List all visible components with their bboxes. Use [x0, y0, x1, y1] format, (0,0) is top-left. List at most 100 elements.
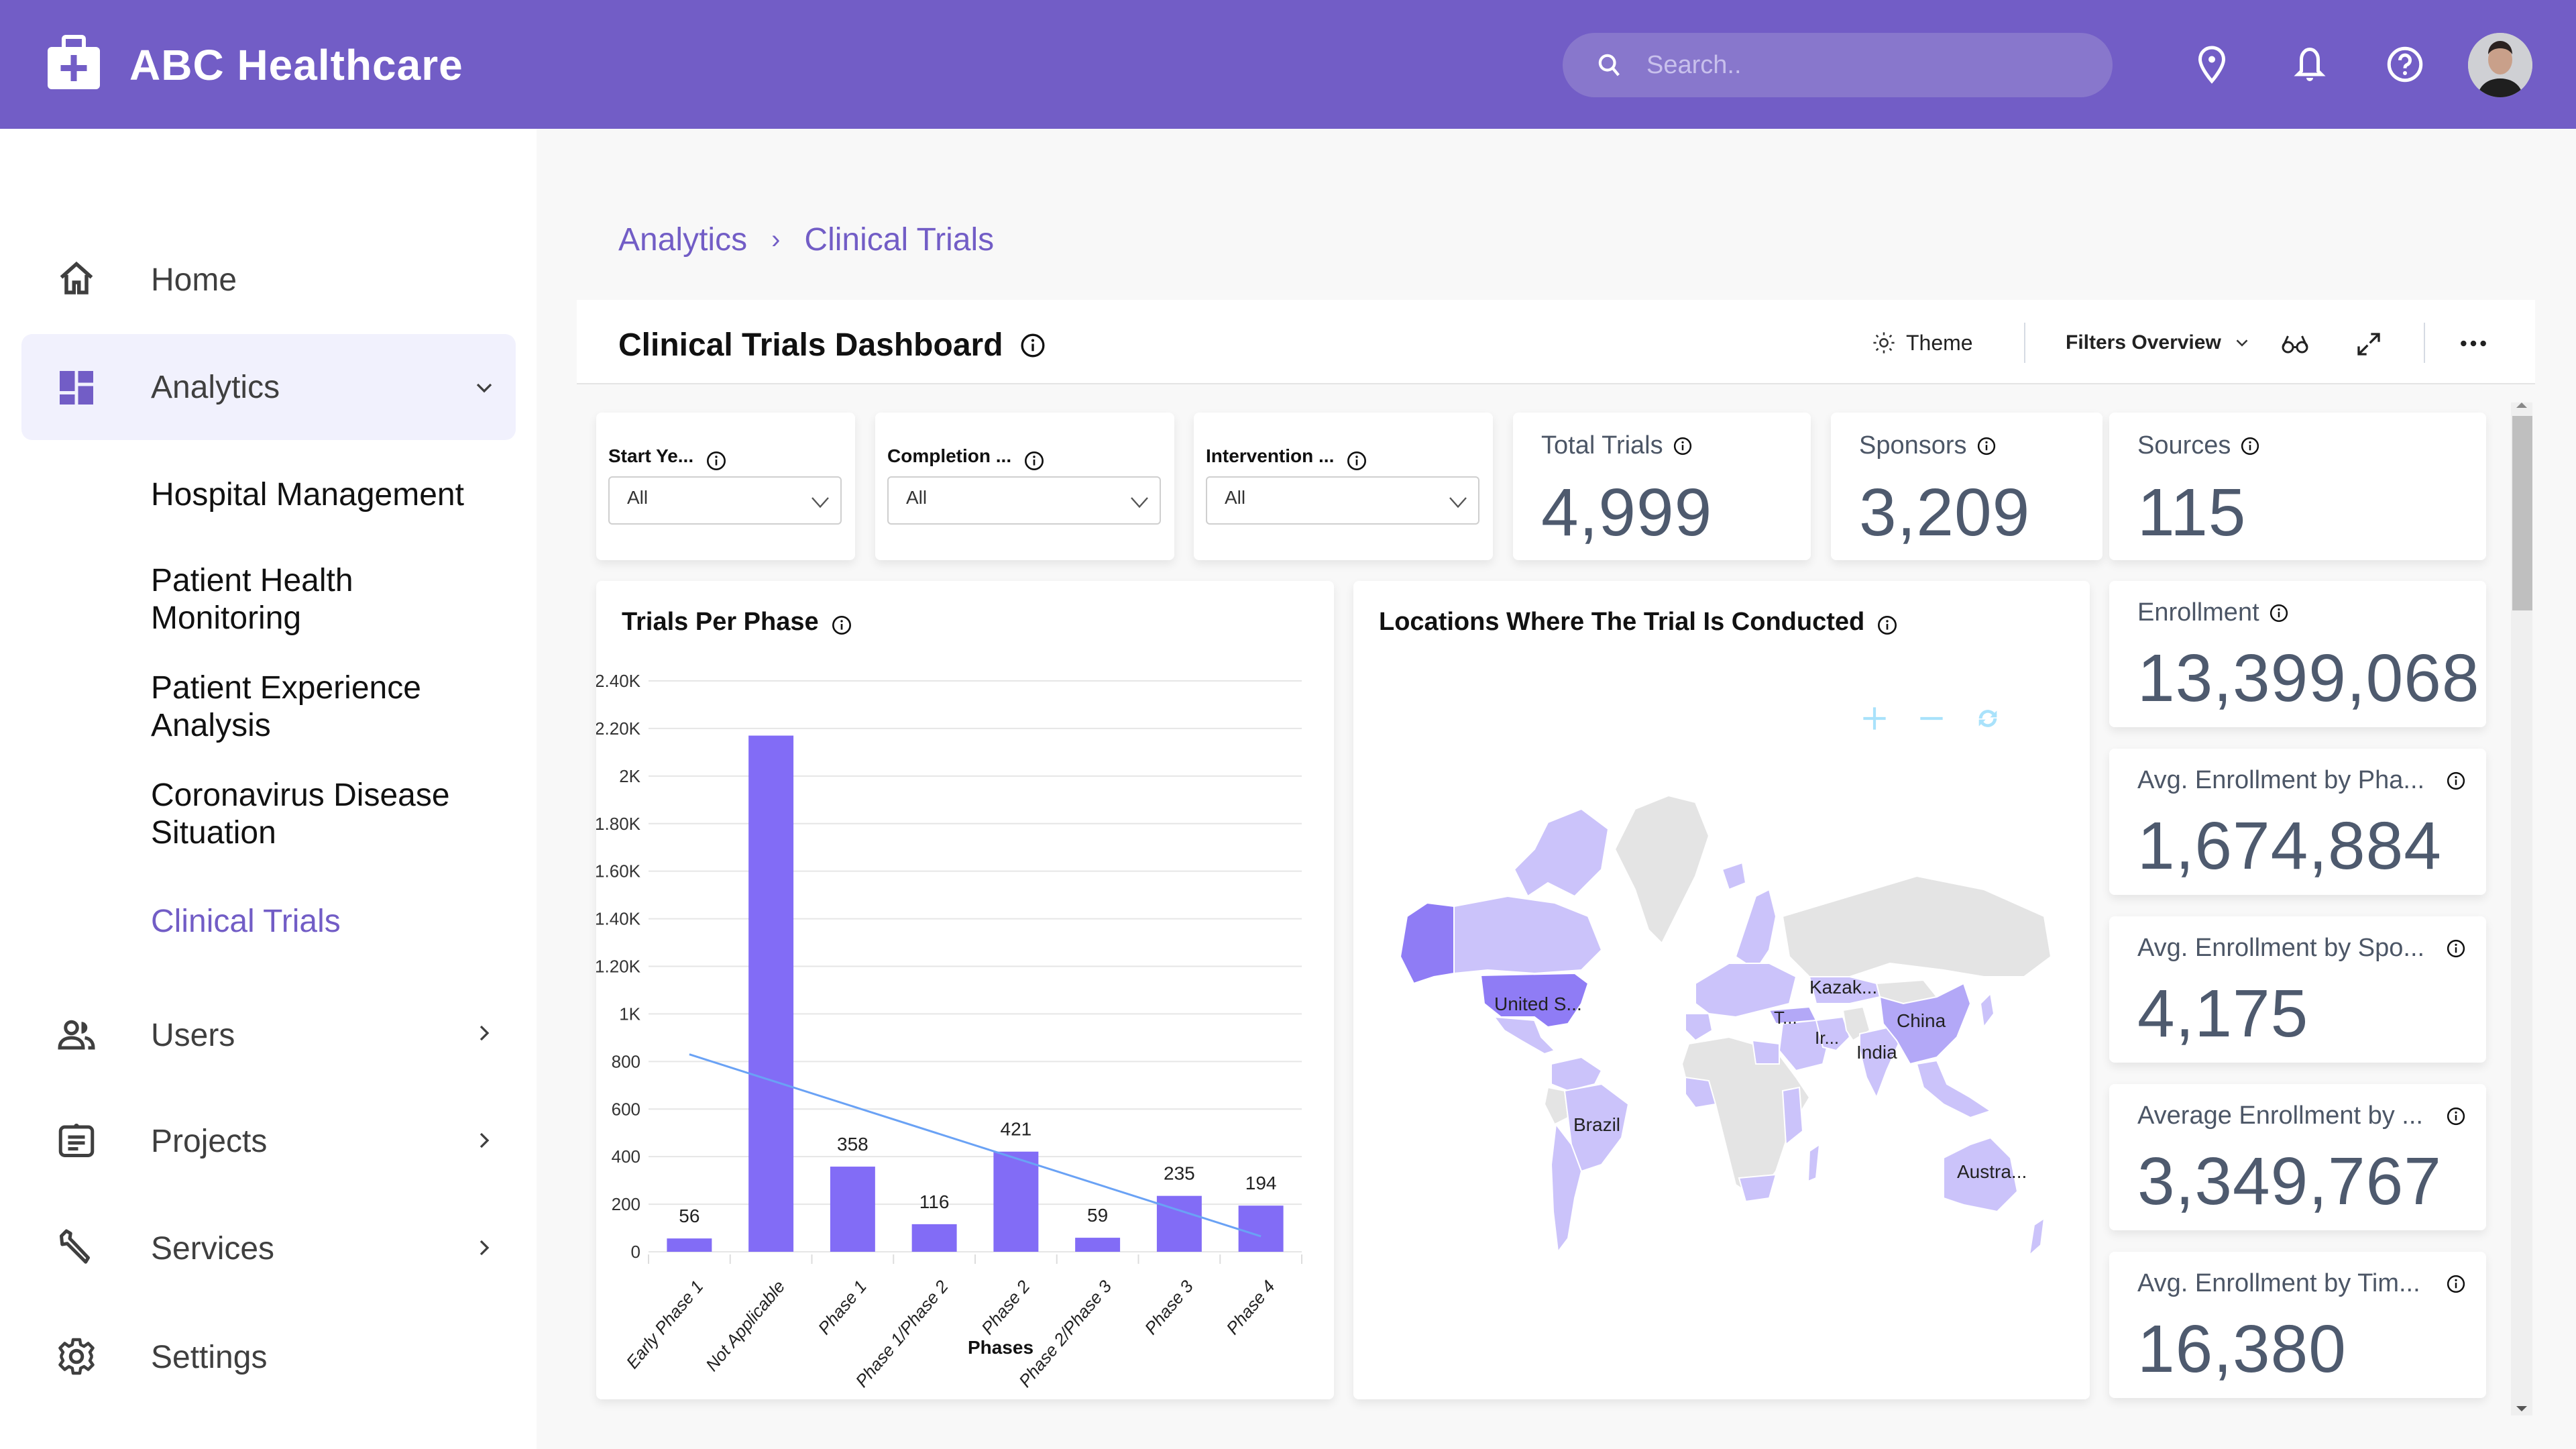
intervention-select[interactable]: All: [1206, 476, 1479, 525]
info-icon[interactable]: [2446, 938, 2466, 959]
more-options-icon[interactable]: [2459, 333, 2488, 354]
sidebar-item-label: Settings: [151, 1340, 268, 1375]
region-new-zealand[interactable]: [2028, 1216, 2046, 1257]
region-canada-arctic[interactable]: [1513, 808, 1610, 898]
dashboard-icon: [60, 371, 93, 405]
region-south-africa[interactable]: [1738, 1173, 1777, 1203]
region-scandinavia[interactable]: [1734, 888, 1777, 971]
data-label: 358: [837, 1134, 869, 1155]
bar-phase-4[interactable]: [1238, 1205, 1284, 1252]
info-icon[interactable]: [2446, 771, 2466, 791]
y-tick-label: 1.20K: [596, 957, 641, 977]
sidebar-subitem-hospital-management[interactable]: Hospital Management: [151, 476, 500, 514]
sidebar-item-settings[interactable]: Settings: [21, 1303, 516, 1409]
filter-label-text: Intervention ...: [1206, 445, 1335, 466]
world-map[interactable]: United S... Kazak... China T... Ir... In…: [1380, 782, 2064, 1359]
completion-select[interactable]: All: [887, 476, 1161, 525]
info-icon[interactable]: [2446, 1274, 2466, 1294]
region-canada[interactable]: [1453, 895, 1603, 975]
bar-not-applicable[interactable]: [748, 735, 794, 1252]
bar-early-phase-1[interactable]: [667, 1238, 712, 1252]
info-icon[interactable]: [1019, 332, 1046, 359]
filters-overview-label: Filters Overview: [2066, 331, 2221, 354]
search-input[interactable]: [1646, 48, 2082, 83]
breadcrumb-analytics[interactable]: Analytics: [618, 221, 747, 258]
sun-icon: [1873, 332, 1895, 354]
region-spain[interactable]: [1685, 1013, 1714, 1042]
sidebar-subitem-patient-experience-analysis[interactable]: Patient Experience Analysis: [151, 669, 500, 745]
bell-icon[interactable]: [2290, 44, 2330, 85]
kpi-total-trials: Total Trials 4,999: [1513, 413, 1811, 560]
expand-icon[interactable]: [2355, 331, 2382, 358]
bar-phase-2[interactable]: [993, 1151, 1039, 1252]
region-iceland[interactable]: [1721, 861, 1747, 891]
scroll-thumb[interactable]: [2512, 416, 2532, 610]
bar-phase-1-phase-2[interactable]: [911, 1224, 957, 1252]
region-japan[interactable]: [1979, 991, 1995, 1029]
info-icon[interactable]: [1346, 450, 1367, 472]
kpi-avg-enrollment-time: Avg. Enrollment by Tim... 16,380: [2109, 1252, 2486, 1398]
sidebar-item-services[interactable]: Services: [21, 1194, 516, 1300]
location-icon[interactable]: [2192, 44, 2232, 85]
filter-label-text: Start Ye...: [608, 445, 694, 466]
info-icon[interactable]: [1023, 450, 1045, 472]
region-madagascar[interactable]: [1807, 1142, 1821, 1183]
sidebar-item-users[interactable]: Users: [21, 981, 516, 1087]
theme-button[interactable]: Theme: [1872, 323, 1973, 363]
chevron-right-icon: [480, 1132, 490, 1148]
glasses-icon[interactable]: [2280, 332, 2310, 356]
dashboard-scrollbar[interactable]: [2511, 402, 2532, 1415]
help-icon[interactable]: [2385, 44, 2425, 85]
kpi-label: Avg. Enrollment by Pha...: [2137, 766, 2466, 795]
search-icon: [1598, 54, 1620, 76]
info-icon[interactable]: [1673, 436, 1693, 456]
data-label: 116: [919, 1191, 950, 1212]
bar-phase-2-phase-3[interactable]: [1075, 1238, 1121, 1252]
bar-phase-1[interactable]: [830, 1167, 875, 1252]
trials-per-phase-chart: 0 200 400 600 800 1K 1.20K 1.40K 1.60K 1.80K 2K 2.2…: [596, 671, 1302, 1391]
info-icon[interactable]: [706, 450, 727, 472]
data-label: 59: [1087, 1205, 1108, 1226]
info-icon[interactable]: [1877, 614, 1898, 636]
kpi-label: Avg. Enrollment by Spo...: [2137, 934, 2466, 963]
reset-map-icon[interactable]: [1974, 705, 2001, 732]
region-egypt[interactable]: [1751, 1039, 1780, 1065]
users-icon: [58, 1020, 95, 1050]
sidebar-item-projects[interactable]: Projects: [21, 1087, 516, 1193]
x-axis-title: Phases: [968, 1337, 1033, 1358]
info-icon[interactable]: [2446, 1106, 2466, 1126]
filter-completion: Completion ... All: [875, 413, 1174, 560]
scroll-down-arrow[interactable]: [2516, 1406, 2527, 1411]
region-russia[interactable]: [1781, 875, 2052, 977]
info-icon[interactable]: [2269, 603, 2289, 623]
info-icon[interactable]: [2240, 436, 2260, 456]
chevron-down-icon: [1131, 497, 1148, 508]
sidebar-subitem-coronavirus-disease-situation[interactable]: Coronavirus Disease Situation: [151, 777, 500, 852]
region-greenland[interactable]: [1614, 794, 1710, 945]
sidebar-item-label: Home: [151, 262, 237, 298]
kpi-label: Avg. Enrollment by Tim...: [2137, 1269, 2466, 1298]
scroll-up-arrow[interactable]: [2516, 402, 2527, 408]
region-southeast-asia[interactable]: [1915, 1059, 1993, 1119]
start-year-select[interactable]: All: [608, 476, 842, 525]
kpi-label: Sources: [2137, 431, 2260, 460]
sidebar-subitem-clinical-trials[interactable]: Clinical Trials: [151, 903, 500, 941]
zoom-in-icon[interactable]: [1861, 705, 1888, 732]
search-bar[interactable]: [1563, 33, 2113, 97]
zoom-out-icon[interactable]: [1918, 705, 1945, 732]
sidebar-item-analytics[interactable]: Analytics: [21, 334, 516, 440]
y-tick-label: 200: [612, 1194, 640, 1214]
chevron-down-icon: [1449, 497, 1467, 508]
select-value: All: [627, 487, 649, 508]
info-icon[interactable]: [1976, 436, 1997, 456]
region-alaska[interactable]: [1399, 902, 1455, 985]
sidebar-item-home[interactable]: Home: [21, 228, 516, 334]
kpi-label-text: Sponsors: [1859, 431, 1967, 460]
region-east-africa[interactable]: [1781, 1086, 1804, 1146]
kpi-label-text: Total Trials: [1541, 431, 1663, 460]
x-tick-label: Phase 4: [1222, 1277, 1278, 1338]
filters-overview-dropdown[interactable]: Filters Overview: [2066, 323, 2252, 363]
breadcrumb-clinical-trials[interactable]: Clinical Trials: [804, 221, 994, 258]
user-avatar[interactable]: [2468, 33, 2532, 97]
sidebar-subitem-patient-health-monitoring[interactable]: Patient Health Monitoring: [151, 562, 500, 637]
